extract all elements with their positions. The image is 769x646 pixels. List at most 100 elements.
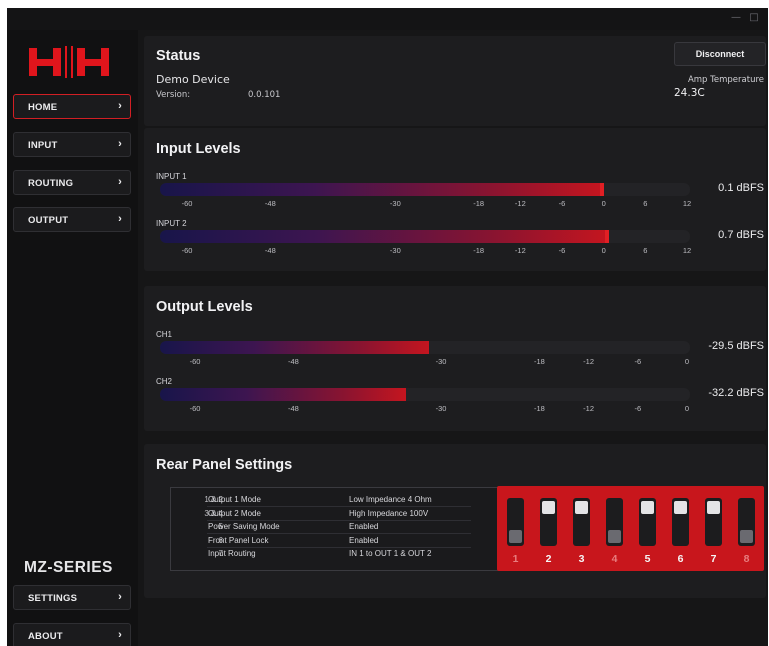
version-label: Version: xyxy=(156,90,191,100)
chevron-right-icon: › xyxy=(118,213,122,225)
nav-routing-label: ROUTING xyxy=(28,178,74,189)
nav-about[interactable]: ABOUT › xyxy=(13,623,131,646)
amp-temperature-value: 24.3C xyxy=(674,87,705,99)
input-levels-panel: Input Levels INPUT 1 -60 -48 -30 -18 -12 -6 0 6 1… xyxy=(144,128,766,271)
rear-panel-table: 1 & 2 Output 1 Mode Low Impedance 4 Ohm 3 &… xyxy=(170,487,500,571)
output-scale-tick: -6 xyxy=(634,404,642,413)
dip-switch-1[interactable] xyxy=(507,498,524,546)
device-name: Demo Device xyxy=(156,73,230,86)
dip-switch-number: 8 xyxy=(743,553,750,565)
setting-value: Enabled xyxy=(349,522,379,531)
chevron-right-icon: › xyxy=(118,629,122,641)
dip-switch-8[interactable] xyxy=(738,498,755,546)
nav-output-label: OUTPUT xyxy=(28,215,69,226)
output-scale-tick: -12 xyxy=(583,404,595,413)
input-scale-tick: 6 xyxy=(643,199,648,208)
nav-home[interactable]: HOME › xyxy=(13,94,131,119)
dip-switch-knob[interactable] xyxy=(740,530,753,543)
output-scale-tick: -60 xyxy=(189,357,201,366)
input-scale-tick: 0 xyxy=(601,199,606,208)
input-scale-tick: 12 xyxy=(682,199,692,208)
output-meter-fill xyxy=(160,341,430,354)
output-meter-track xyxy=(160,341,690,354)
input-scale-tick: -18 xyxy=(473,246,485,255)
dip-switch-number: 4 xyxy=(611,553,618,565)
rear-panel-title: Rear Panel Settings xyxy=(156,457,293,473)
rear-panel-row: 3 & 4 Output 2 Mode High Impedance 100V xyxy=(171,508,501,521)
dip-switch-knob[interactable] xyxy=(707,501,720,514)
dip-switch-number: 6 xyxy=(677,553,684,565)
nav-home-label: HOME xyxy=(28,102,58,113)
dip-switch-5[interactable] xyxy=(639,498,656,546)
series-label: MZ-SERIES xyxy=(24,559,113,576)
dip-switch-3[interactable] xyxy=(573,498,590,546)
input-scale-tick: -12 xyxy=(514,246,526,255)
maximize-icon[interactable]: □ xyxy=(747,11,761,25)
input-meter-scale: -60 -48 -30 -18 -12 -6 0 6 12 xyxy=(160,199,692,209)
input-meter-label: INPUT 2 xyxy=(156,219,187,228)
dip-switch-number: 2 xyxy=(545,553,552,565)
output-meter-scale: -60 -48 -30 -18 -12 -6 0 xyxy=(160,357,690,367)
title-bar: — □ xyxy=(7,8,768,30)
dip-switch-knob[interactable] xyxy=(674,501,687,514)
dip-switch-4[interactable] xyxy=(606,498,623,546)
output-meter-track xyxy=(160,388,690,401)
setting-name: Front Panel Lock xyxy=(208,535,269,545)
output-scale-tick: -12 xyxy=(583,357,595,366)
setting-value: Low Impedance 4 Ohm xyxy=(349,495,432,504)
dip-switch-knob[interactable] xyxy=(641,501,654,514)
dip-switch-number: 7 xyxy=(710,553,717,565)
sidebar: HOME › INPUT › ROUTING › OUTPUT › MZ-SER… xyxy=(7,30,138,646)
setting-name: Output 1 Mode xyxy=(208,495,261,504)
input-meter-scale: -60 -48 -30 -18 -12 -6 0 6 12 xyxy=(160,246,692,256)
input-scale-tick: -48 xyxy=(264,199,276,208)
dip-switch-knob[interactable] xyxy=(509,530,522,543)
chevron-right-icon: › xyxy=(118,591,122,603)
output-meter-fill xyxy=(160,388,406,401)
nav-settings[interactable]: SETTINGS › xyxy=(13,585,131,610)
version-value: 0.0.101 xyxy=(248,90,281,100)
dip-switch-2[interactable] xyxy=(540,498,557,546)
output-scale-tick: -30 xyxy=(435,404,447,413)
input-meter-track xyxy=(160,230,690,243)
setting-value: IN 1 to OUT 1 & OUT 2 xyxy=(349,549,432,558)
output-scale-tick: -6 xyxy=(634,357,642,366)
status-panel: Status Demo Device Version: 0.0.101 Disc… xyxy=(144,36,766,126)
dip-switch-number: 3 xyxy=(578,553,585,565)
output-scale-tick: -30 xyxy=(435,357,447,366)
dip-switch-7[interactable] xyxy=(705,498,722,546)
output-scale-tick: -18 xyxy=(533,357,545,366)
output-meter-label: CH2 xyxy=(156,377,173,386)
rear-panel-row: 6 Front Panel Lock Enabled xyxy=(171,535,501,548)
dip-switch-bank: 1 2 3 4 5 6 7 8 xyxy=(497,486,764,571)
output-scale-tick: -48 xyxy=(287,404,299,413)
input-levels-title: Input Levels xyxy=(156,141,241,157)
chevron-right-icon: › xyxy=(118,100,122,112)
setting-name: Power Saving Mode xyxy=(208,522,280,531)
status-title: Status xyxy=(156,48,201,64)
nav-input[interactable]: INPUT › xyxy=(13,132,131,157)
disconnect-button[interactable]: Disconnect xyxy=(674,42,766,66)
minimize-icon[interactable]: — xyxy=(729,11,743,25)
nav-routing[interactable]: ROUTING › xyxy=(13,170,131,195)
dip-switch-knob[interactable] xyxy=(608,530,621,543)
input-scale-tick: -60 xyxy=(181,246,193,255)
input-scale-tick: 0 xyxy=(601,246,606,255)
hh-logo xyxy=(29,46,111,78)
output-scale-tick: 0 xyxy=(684,357,690,366)
dip-switch-6[interactable] xyxy=(672,498,689,546)
dip-switch-knob[interactable] xyxy=(575,501,588,514)
input-scale-tick: -48 xyxy=(264,246,276,255)
rear-panel-row: 5 Power Saving Mode Enabled xyxy=(171,521,501,534)
dip-switch-number: 5 xyxy=(644,553,651,565)
nav-output[interactable]: OUTPUT › xyxy=(13,207,131,232)
input-meter-fill xyxy=(160,183,603,196)
input-meter-value: 0.7 dBFS xyxy=(718,229,764,241)
dip-switch-number: 1 xyxy=(512,553,519,565)
dip-switch-knob[interactable] xyxy=(542,501,555,514)
input-scale-tick: -18 xyxy=(473,199,485,208)
input-meter-peak xyxy=(604,230,609,243)
output-scale-tick: -60 xyxy=(189,404,201,413)
output-scale-tick: -18 xyxy=(533,404,545,413)
rear-panel-row: 1 & 2 Output 1 Mode Low Impedance 4 Ohm xyxy=(171,494,501,507)
